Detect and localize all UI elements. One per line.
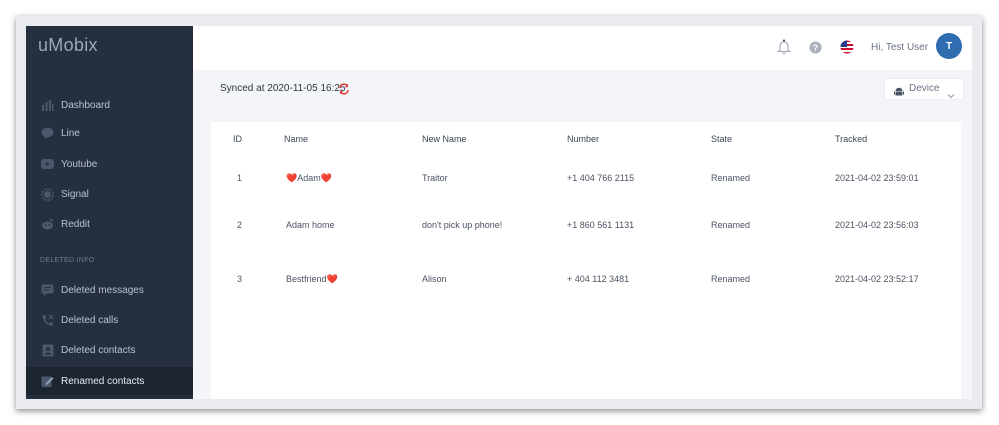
chevron-down-icon — [947, 86, 955, 99]
cell-new-name: Traitor — [422, 173, 448, 183]
bar-chart-icon — [41, 99, 54, 112]
edit-icon — [41, 375, 54, 388]
cell-new-name: Alison — [422, 274, 447, 284]
cell-number: +1 404 766 2115 — [567, 173, 635, 183]
column-header-new-name[interactable]: New Name — [422, 134, 467, 144]
avatar[interactable]: T — [936, 33, 962, 59]
sidebar-item-renamed-contacts[interactable]: Renamed contacts — [26, 367, 193, 395]
cell-name: Adam home — [286, 220, 335, 230]
sidebar-item-deleted-calls[interactable]: Deleted calls — [26, 306, 193, 334]
cell-id: 2 — [237, 220, 243, 230]
bell-icon[interactable] — [776, 39, 792, 55]
refresh-icon[interactable] — [338, 82, 350, 95]
sync-status-text: Synced at 2020-11-05 16:25 — [220, 83, 346, 94]
column-header-state[interactable]: State — [711, 134, 732, 144]
column-header-name[interactable]: Name — [284, 134, 308, 144]
sidebar: uMobix Dashboard Line Youtube Signal Red… — [26, 26, 193, 399]
device-selector[interactable]: Device — [884, 78, 964, 100]
signal-icon — [41, 187, 54, 201]
sidebar-item-label: Youtube — [61, 158, 98, 170]
user-greeting: Hi, Test User — [871, 42, 929, 53]
column-header-tracked[interactable]: Tracked — [835, 134, 867, 144]
svg-text:?: ? — [812, 42, 818, 52]
cell-id: 3 — [237, 274, 243, 284]
cell-number: + 404 112 3481 — [567, 274, 630, 284]
sidebar-item-label: Deleted contacts — [61, 344, 136, 356]
sidebar-item-label: Deleted messages — [61, 284, 144, 296]
cell-state: Renamed — [711, 274, 751, 284]
sidebar-item-label: Signal — [61, 188, 89, 200]
cell-tracked: 2021-04-02 23:59:01 — [835, 173, 919, 183]
brand-logo[interactable]: uMobix — [38, 35, 98, 56]
youtube-icon — [41, 158, 54, 171]
line-app-icon — [41, 127, 54, 140]
sidebar-item-signal[interactable]: Signal — [26, 180, 193, 208]
us-flag-icon[interactable] — [839, 39, 855, 55]
sidebar-item-label: Renamed contacts — [61, 375, 145, 387]
help-icon[interactable]: ? — [807, 39, 823, 55]
cell-state: Renamed — [711, 220, 751, 230]
cell-number: +1 860 561 1131 — [567, 220, 635, 230]
column-header-number[interactable]: Number — [567, 134, 599, 144]
cell-state: Renamed — [711, 173, 751, 183]
android-icon — [894, 84, 904, 96]
sidebar-item-youtube[interactable]: Youtube — [26, 150, 193, 178]
phone-icon — [41, 314, 54, 327]
device-label: Device — [909, 83, 940, 94]
sidebar-item-label: Line — [61, 127, 80, 139]
cell-tracked: 2021-04-02 23:52:17 — [835, 274, 919, 284]
top-header: ? Hi, Test User T — [193, 26, 972, 70]
sidebar-item-label: Reddit — [61, 218, 90, 230]
column-header-id[interactable]: ID — [233, 134, 242, 144]
sidebar-item-deleted-contacts[interactable]: Deleted contacts — [26, 336, 193, 364]
sidebar-item-deleted-messages[interactable]: Deleted messages — [26, 276, 193, 304]
renamed-contacts-table: ID Name New Name Number State Tracked 1 … — [211, 122, 961, 399]
sync-bar: Synced at 2020-11-05 16:25 Device — [193, 70, 972, 106]
cell-id: 1 — [237, 173, 243, 183]
cell-tracked: 2021-04-02 23:56:03 — [835, 220, 919, 230]
message-icon — [41, 284, 54, 297]
screenshot-frame: uMobix Dashboard Line Youtube Signal Red… — [16, 16, 982, 409]
section-label-deleted-info: DELETED INFO — [40, 257, 95, 264]
sidebar-item-line[interactable]: Line — [26, 119, 193, 147]
sidebar-item-label: Dashboard — [61, 99, 110, 111]
app-window: uMobix Dashboard Line Youtube Signal Red… — [26, 26, 972, 399]
sidebar-item-dashboard[interactable]: Dashboard — [26, 91, 193, 119]
reddit-icon — [41, 218, 54, 231]
sidebar-item-label: Deleted calls — [61, 314, 119, 326]
sidebar-item-reddit[interactable]: Reddit — [26, 210, 193, 238]
cell-new-name: don't pick up phone! — [422, 220, 503, 230]
cell-name: ❤️Adam❤️ — [286, 173, 332, 183]
cell-name: Bestfriend❤️ — [286, 274, 338, 284]
contact-card-icon — [41, 344, 54, 357]
